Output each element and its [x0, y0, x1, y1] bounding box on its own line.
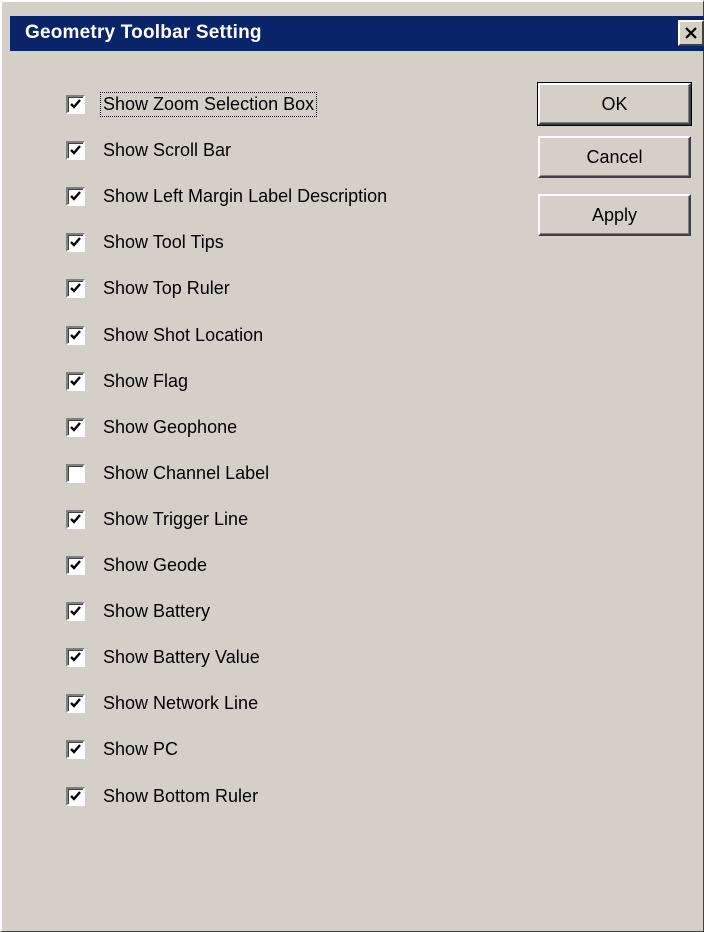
- option-row[interactable]: Show Top Ruler: [66, 276, 232, 300]
- option-row[interactable]: Show PC: [66, 737, 180, 761]
- checkbox[interactable]: [66, 693, 85, 713]
- checkmark-icon: [70, 375, 81, 386]
- checkbox[interactable]: [66, 555, 85, 575]
- option-label: Show Geophone: [103, 416, 238, 437]
- cancel-button[interactable]: Cancel: [538, 136, 691, 178]
- option-row[interactable]: Show Scroll Bar: [66, 138, 233, 162]
- checkmark-icon: [70, 282, 81, 293]
- checkmark-icon: [70, 559, 81, 570]
- dialog-title: Geometry Toolbar Setting: [25, 22, 262, 43]
- close-button[interactable]: [678, 20, 704, 46]
- checkmark-icon: [70, 743, 81, 754]
- option-row[interactable]: Show Tool Tips: [66, 230, 226, 254]
- checkmark-icon: [70, 697, 81, 708]
- checkbox[interactable]: [66, 371, 85, 391]
- checkbox[interactable]: [66, 509, 85, 529]
- checkmark-icon: [70, 421, 81, 432]
- option-label: Show Flag: [103, 370, 189, 391]
- checkbox[interactable]: [66, 278, 85, 298]
- checkmark-icon: [70, 329, 81, 340]
- checkmark-icon: [70, 190, 81, 201]
- option-row[interactable]: Show Geophone: [66, 415, 239, 439]
- checkbox[interactable]: [66, 601, 85, 621]
- option-label: Show Bottom Ruler: [103, 785, 259, 806]
- option-row[interactable]: Show Bottom Ruler: [66, 784, 260, 808]
- checkmark-icon: [70, 605, 81, 616]
- checkbox[interactable]: [66, 463, 85, 483]
- option-row[interactable]: Show Geode: [66, 553, 209, 577]
- option-label: Show Tool Tips: [103, 231, 224, 252]
- option-row[interactable]: Show Shot Location: [66, 323, 265, 347]
- checkmark-icon: [70, 98, 81, 109]
- checkbox[interactable]: [66, 94, 85, 114]
- checkbox[interactable]: [66, 417, 85, 437]
- option-label: Show PC: [103, 738, 179, 759]
- option-label: Show Zoom Selection Box: [99, 91, 318, 117]
- option-label: Show Trigger Line: [103, 508, 249, 529]
- option-row[interactable]: Show Flag: [66, 369, 190, 393]
- apply-button[interactable]: Apply: [538, 194, 691, 236]
- checkbox[interactable]: [66, 786, 85, 806]
- option-row[interactable]: Show Battery Value: [66, 645, 262, 669]
- option-row[interactable]: Show Network Line: [66, 691, 260, 715]
- option-label: Show Shot Location: [103, 324, 264, 345]
- option-row[interactable]: Show Channel Label: [66, 461, 271, 485]
- ok-button[interactable]: OK: [537, 82, 692, 126]
- checkbox[interactable]: [66, 186, 85, 206]
- checkmark-icon: [70, 144, 81, 155]
- close-icon: [685, 27, 697, 39]
- option-row[interactable]: Show Trigger Line: [66, 507, 250, 531]
- option-row[interactable]: Show Battery: [66, 599, 212, 623]
- option-label: Show Geode: [103, 554, 208, 575]
- option-label: Show Battery Value: [103, 646, 260, 667]
- option-label: Show Scroll Bar: [103, 139, 232, 160]
- checkmark-icon: [70, 651, 81, 662]
- option-row[interactable]: Show Left Margin Label Description: [66, 184, 389, 208]
- option-label: Show Network Line: [103, 692, 259, 713]
- checkmark-icon: [70, 513, 81, 524]
- geometry-toolbar-dialog: Geometry Toolbar Setting Show Zoom Selec…: [0, 0, 704, 932]
- checkbox[interactable]: [66, 739, 85, 759]
- title-bar: Geometry Toolbar Setting: [10, 16, 704, 51]
- checkbox[interactable]: [66, 232, 85, 252]
- checkmark-icon: [70, 790, 81, 801]
- option-label: Show Battery: [103, 600, 211, 621]
- checkbox[interactable]: [66, 647, 85, 667]
- option-label: Show Channel Label: [103, 462, 270, 483]
- option-label: Show Top Ruler: [103, 277, 230, 298]
- option-label: Show Left Margin Label Description: [103, 185, 388, 206]
- option-row[interactable]: Show Zoom Selection Box: [66, 91, 318, 117]
- checkbox[interactable]: [66, 140, 85, 160]
- checkmark-icon: [70, 236, 81, 247]
- checkbox[interactable]: [66, 325, 85, 345]
